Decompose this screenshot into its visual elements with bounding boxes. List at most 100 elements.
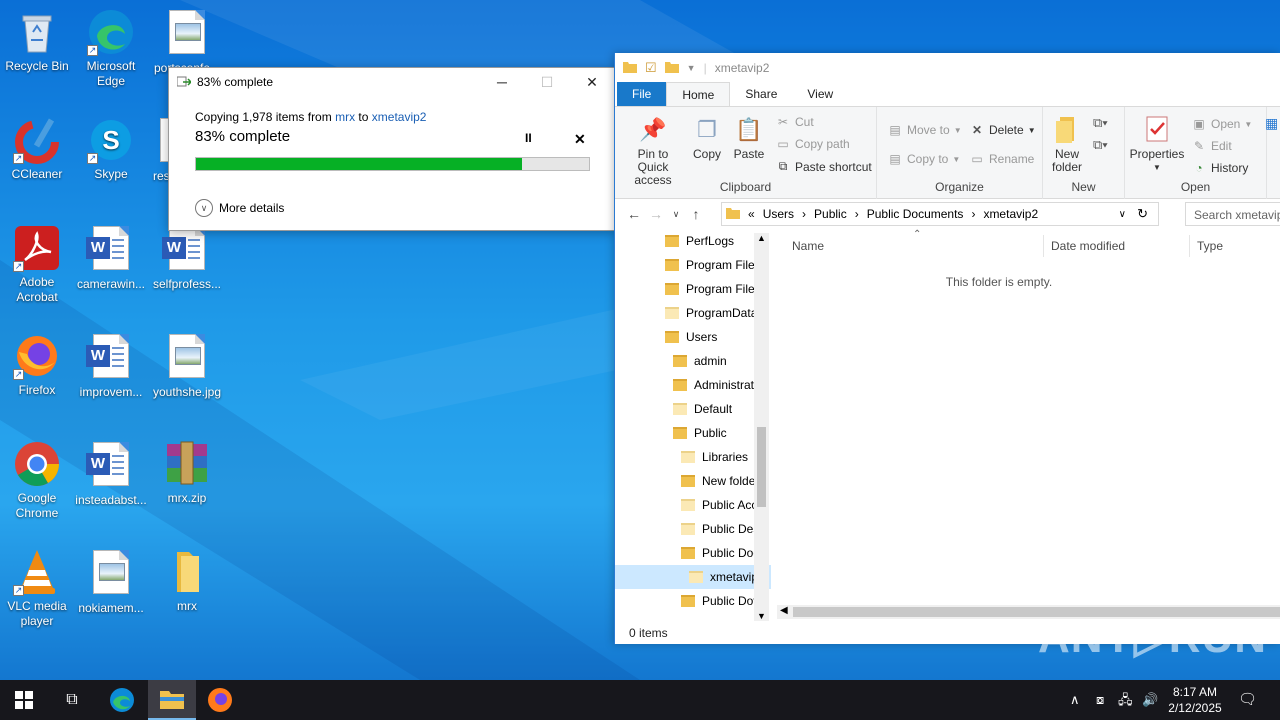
tree-item[interactable]: Public Acc	[615, 493, 771, 517]
easy-access-icon[interactable]: ⧉▾	[1093, 137, 1108, 153]
search-input[interactable]: Search xmetavip2	[1185, 202, 1280, 226]
desktop-icon-edge[interactable]: ↗ Microsoft Edge	[74, 8, 148, 89]
pause-icon[interactable]: II	[525, 131, 532, 145]
select-group-icon[interactable]: ▦	[1265, 115, 1280, 132]
up-button[interactable]: ↑	[685, 206, 707, 222]
tree-item[interactable]: xmetavip	[615, 565, 771, 589]
address-bar[interactable]: « Users › Public › Public Documents › xmeta…	[721, 202, 1159, 226]
tree-item[interactable]: Libraries	[615, 445, 771, 469]
breadcrumb-public[interactable]: Public	[814, 207, 847, 221]
history-button[interactable]: ◔ History	[1191, 161, 1248, 175]
recent-locations-button[interactable]: ∨	[667, 209, 685, 220]
copy-button[interactable]: ❐ Copy	[689, 115, 725, 161]
desktop-icon-nokiamem[interactable]: nokiamem...	[74, 548, 148, 616]
close-icon[interactable]: ✕	[574, 131, 586, 148]
meet-now-icon[interactable]: ⧇	[1096, 680, 1104, 720]
properties-button[interactable]: Properties ▼	[1129, 115, 1185, 174]
desktop-icon-skype[interactable]: S ↗ Skype	[74, 116, 148, 182]
tree-item-label: xmetavip	[710, 570, 759, 584]
tree-item[interactable]: admin	[615, 349, 771, 373]
minimize-button[interactable]: ─	[479, 68, 525, 96]
start-button[interactable]	[0, 680, 48, 720]
breadcrumb-xmetavip2[interactable]: xmetavip2	[983, 207, 1038, 221]
scroll-left-icon[interactable]: ◀	[780, 605, 788, 616]
column-name[interactable]: Name	[792, 239, 824, 253]
desktop-icon-google-chrome[interactable]: Google Chrome	[0, 440, 74, 521]
breadcrumb-users[interactable]: Users	[763, 207, 794, 221]
properties-quick-icon[interactable]: ☑	[645, 60, 657, 76]
desktop-icon-res[interactable]: res...	[140, 116, 170, 184]
tab-file[interactable]: File	[617, 82, 667, 106]
desktop-icon-camerawin[interactable]: W camerawin...	[74, 224, 148, 292]
column-date-modified[interactable]: Date modified	[1051, 239, 1125, 253]
back-button[interactable]: ←	[623, 206, 645, 222]
delete-button[interactable]: ✕ Delete ▼	[969, 123, 1036, 137]
tree-item[interactable]: Public Dov	[615, 589, 771, 613]
refresh-icon[interactable]: ↻	[1137, 206, 1148, 222]
tree-item[interactable]: Default	[615, 397, 771, 421]
column-type[interactable]: Type	[1197, 239, 1223, 253]
desktop-icon-portsconfe[interactable]: portsconfe...	[150, 8, 224, 76]
tree-item-label: Libraries	[702, 450, 749, 464]
tree-item[interactable]: PerfLogs	[615, 229, 771, 253]
tree-item[interactable]: Administrat	[615, 373, 771, 397]
open-button[interactable]: ▣ Open ▼	[1191, 117, 1252, 131]
tree-item[interactable]: Public Doc	[615, 541, 771, 565]
cut-button[interactable]: ✂ Cut	[775, 115, 814, 129]
tree-item[interactable]: Program Files	[615, 253, 771, 277]
scrollbar-thumb[interactable]	[757, 427, 766, 507]
paste-button[interactable]: 📋 Paste	[731, 115, 767, 161]
tree-item[interactable]: ProgramData	[615, 301, 771, 325]
tab-view[interactable]: View	[792, 82, 848, 106]
desktop-icon-improvem[interactable]: W improvem...	[74, 332, 148, 400]
taskbar-file-explorer[interactable]	[148, 680, 196, 720]
taskbar-firefox[interactable]	[196, 680, 244, 720]
clock-time: 8:17 AM	[1172, 685, 1218, 699]
close-button[interactable]: ✕	[569, 68, 615, 96]
tab-share[interactable]: Share	[730, 82, 792, 106]
desktop-icon-recycle-bin[interactable]: Recycle Bin	[0, 8, 74, 74]
breadcrumb-public-documents[interactable]: Public Documents	[867, 207, 964, 221]
copy-to-button[interactable]: ▤ Copy to ▼	[887, 152, 960, 166]
desktop-icon-firefox[interactable]: ↗ Firefox	[0, 332, 74, 398]
desktop-icon-youthshe[interactable]: youthshe.jpg	[150, 332, 224, 400]
navigation-scrollbar[interactable]: ▲ ▼	[754, 233, 769, 621]
desktop-icon-mrx-folder[interactable]: mrx	[150, 548, 224, 614]
desktop-icon-vlc[interactable]: ↗ VLC media player	[0, 548, 74, 629]
more-details-button[interactable]: ∨ More details	[195, 199, 284, 217]
tree-item[interactable]: Public	[615, 421, 771, 445]
rename-button[interactable]: ▭ Rename	[969, 152, 1034, 166]
show-hidden-icons-button[interactable]: ∧	[1070, 680, 1080, 720]
pin-quick-access-button[interactable]: 📌 Pin to Quick access	[621, 115, 685, 187]
destination-link[interactable]: xmetavip2	[372, 110, 427, 124]
new-folder-button[interactable]: New folder	[1047, 115, 1087, 174]
tree-item[interactable]: Program Files	[615, 277, 771, 301]
new-item-icon[interactable]: ⧉▾	[1093, 115, 1108, 131]
source-link[interactable]: mrx	[335, 110, 355, 124]
quick-access-dropdown-icon[interactable]: ▼	[687, 63, 696, 73]
desktop-icon-selfprofess[interactable]: W selfprofess...	[150, 224, 224, 292]
tree-item[interactable]: Users	[615, 325, 771, 349]
breadcrumb-overflow[interactable]: «	[748, 207, 755, 221]
volume-icon[interactable]: 🔊	[1142, 680, 1158, 720]
desktop-icon-mrx-zip[interactable]: mrx.zip	[150, 440, 224, 506]
taskbar-clock[interactable]: 8:17 AM 2/12/2025	[1160, 684, 1230, 716]
scroll-up-icon[interactable]: ▲	[757, 233, 766, 243]
notifications-icon[interactable]: 🗨	[1238, 680, 1257, 720]
desktop-icon-adobe-acrobat[interactable]: ↗ Adobe Acrobat	[0, 224, 74, 305]
tree-item[interactable]: New folde	[615, 469, 771, 493]
new-folder-quick-icon[interactable]	[664, 61, 679, 76]
desktop-icon-ccleaner[interactable]: ↗ CCleaner	[0, 116, 74, 182]
tab-home[interactable]: Home	[666, 82, 731, 106]
task-view-button[interactable]: ⧉	[48, 680, 96, 720]
address-dropdown-icon[interactable]: ∨	[1119, 209, 1126, 220]
move-to-button[interactable]: ▤ Move to ▼	[887, 123, 961, 137]
network-icon[interactable]: 🖧	[1118, 680, 1133, 720]
paste-shortcut-button[interactable]: ⧉ Paste shortcut	[775, 159, 872, 174]
scroll-down-icon[interactable]: ▼	[757, 611, 766, 621]
tree-item[interactable]: Public Des	[615, 517, 771, 541]
desktop-icon-insteadabst[interactable]: W insteadabst...	[74, 440, 148, 508]
taskbar-edge[interactable]	[98, 680, 146, 720]
edit-button[interactable]: ✎ Edit	[1191, 139, 1232, 153]
copy-path-button[interactable]: ▭ Copy path	[775, 137, 849, 151]
